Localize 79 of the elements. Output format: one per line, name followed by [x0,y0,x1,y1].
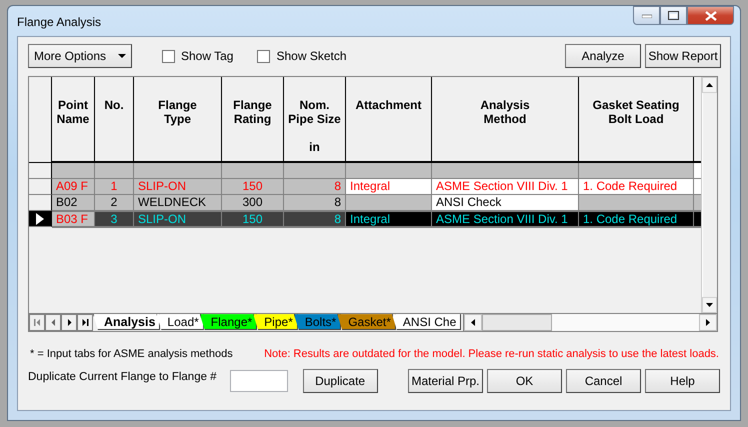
table-cell: 1. Code Required [579,179,694,195]
sheet-tab[interactable]: Flange* [200,314,258,330]
table-cell: 8 [284,211,346,228]
table-cell: 3 [95,211,134,228]
toolbar-button[interactable]: Show Report [645,44,721,68]
sheet-tab[interactable]: Analysis [93,314,160,330]
close-button[interactable] [687,6,734,25]
legend-text: * = Input tabs for ASME analysis methods [30,348,233,360]
caret-icon [118,54,126,58]
column-header: Attachment [346,77,432,163]
sheet-tab[interactable]: ANSI Che [392,314,462,330]
column-header: Nom. Pipe Size in [284,77,346,163]
table-cell: Integral [346,179,432,195]
sheet-tab[interactable]: Pipe* [253,314,298,330]
column-header: Analysis Method [432,77,579,163]
toolbar-button[interactable]: Analyze [565,44,641,68]
row-header[interactable] [29,195,52,211]
maximize-icon [668,11,679,20]
dialog-button[interactable]: Cancel [566,369,641,393]
down-arrow-icon [706,303,713,308]
previous-sheet-button[interactable] [45,314,61,331]
column-header: Gasket Seating Bolt Load [579,77,694,163]
right-arrow-icon [706,319,710,326]
minimize-icon [642,14,652,18]
vertical-scrollbar[interactable] [701,77,717,314]
first-sheet-button[interactable] [29,314,45,331]
maximize-button[interactable] [660,6,687,25]
table-cell: A09 F [52,179,95,195]
last-sheet-button[interactable] [77,314,93,331]
row-header[interactable] [29,163,52,179]
dialog-button[interactable]: OK [487,369,562,393]
left-arrow-icon [471,319,475,326]
window-title: Flange Analysis [17,15,102,29]
warning-note: Note: Results are outdated for the model. Please re-run static analysis to use the latest loads. [264,348,719,360]
sheet-tab[interactable]: Gasket* [337,314,396,330]
table-cell: 8 [284,195,346,211]
horizontal-scrollbar[interactable] [463,314,717,331]
table-cell: 1 [95,179,134,195]
up-arrow-icon [706,83,713,87]
sheet-tab[interactable]: Load* [156,314,204,330]
minimize-button[interactable] [633,6,660,25]
table-cell: B03 F [52,211,95,228]
table-cell: 300 [222,195,284,211]
next-sheet-button[interactable] [61,314,77,331]
table-cell: Integral [346,211,432,228]
duplicate-button[interactable]: Duplicate [302,369,378,393]
current-row-icon [36,212,44,224]
show-tag-checkbox[interactable]: Show Tag [162,48,234,64]
table-cell: ANSI Check [432,195,579,211]
column-header: No. [95,77,134,163]
scroll-thumb[interactable] [482,314,552,331]
table-cell: 150 [222,211,284,228]
column-header: Flange Rating [222,77,284,163]
table-cell: SLIP-ON [134,211,222,228]
right-arrow-icon [66,319,72,326]
table-cell: ASME Section VIII Div. 1 [432,211,579,228]
show-sketch-checkbox[interactable]: Show Sketch [257,48,347,64]
table-cell: WELDNECK [134,195,222,211]
sheet-tab[interactable]: Bolts* [294,314,342,330]
table-cell: ASME Section VIII Div. 1 [432,179,579,195]
column-header: Point Name [52,77,95,163]
close-icon [704,10,716,20]
row-header[interactable] [29,179,52,195]
dialog-button[interactable]: Help [645,369,720,393]
left-arrow-icon [50,319,56,326]
column-header: Flange Type [134,77,222,163]
last-icon [82,319,88,326]
table-cell: 1. Code Required [579,211,694,228]
table-cell: 150 [222,179,284,195]
row-header[interactable] [29,211,52,227]
more-options-button[interactable]: More Options [28,44,132,68]
table-cell: B02 [52,195,95,211]
table-cell: 8 [284,179,346,195]
flange-number-field[interactable] [230,370,288,392]
table-cell: SLIP-ON [134,179,222,195]
duplicate-label: Duplicate Current Flange to Flange # [28,371,217,383]
table-cell: 2 [95,195,134,211]
first-icon [34,319,40,326]
dialog-button[interactable]: Material Prp. [408,369,483,393]
